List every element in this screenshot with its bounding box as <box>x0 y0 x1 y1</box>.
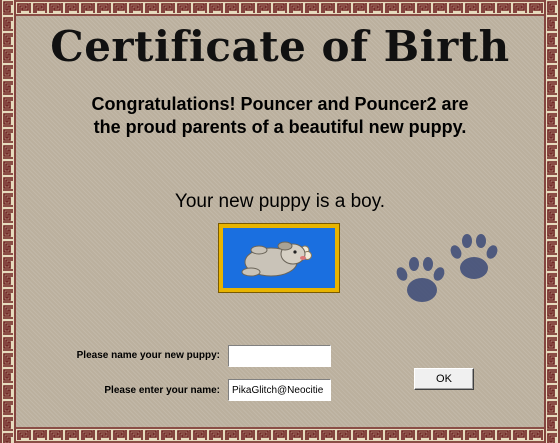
congrats-line-2: the proud parents of a beautiful new pup… <box>93 117 467 137</box>
puppy-name-label: Please name your new puppy: <box>76 350 220 361</box>
birth-certificate: Certificate of Birth Congratulations! Po… <box>0 0 560 443</box>
greek-key-border-top <box>0 0 560 16</box>
owner-name-label: Please enter your name: <box>104 385 220 396</box>
congratulations-message: Congratulations! Pouncer and Pouncer2 ar… <box>30 93 530 139</box>
greek-key-border-bottom <box>0 427 560 443</box>
puppy-gender-text: Your new puppy is a boy. <box>174 191 386 212</box>
certificate-title: Certificate of Birth <box>50 22 510 71</box>
puppy-image <box>223 228 335 288</box>
puppy-picture <box>218 223 340 293</box>
congrats-line-1: Congratulations! Pouncer and Pouncer2 ar… <box>91 94 469 114</box>
puppy-name-input[interactable] <box>228 345 331 367</box>
paw-prints-icon <box>386 228 506 318</box>
ok-button[interactable]: OK <box>414 368 474 390</box>
owner-name-input[interactable] <box>228 379 331 401</box>
